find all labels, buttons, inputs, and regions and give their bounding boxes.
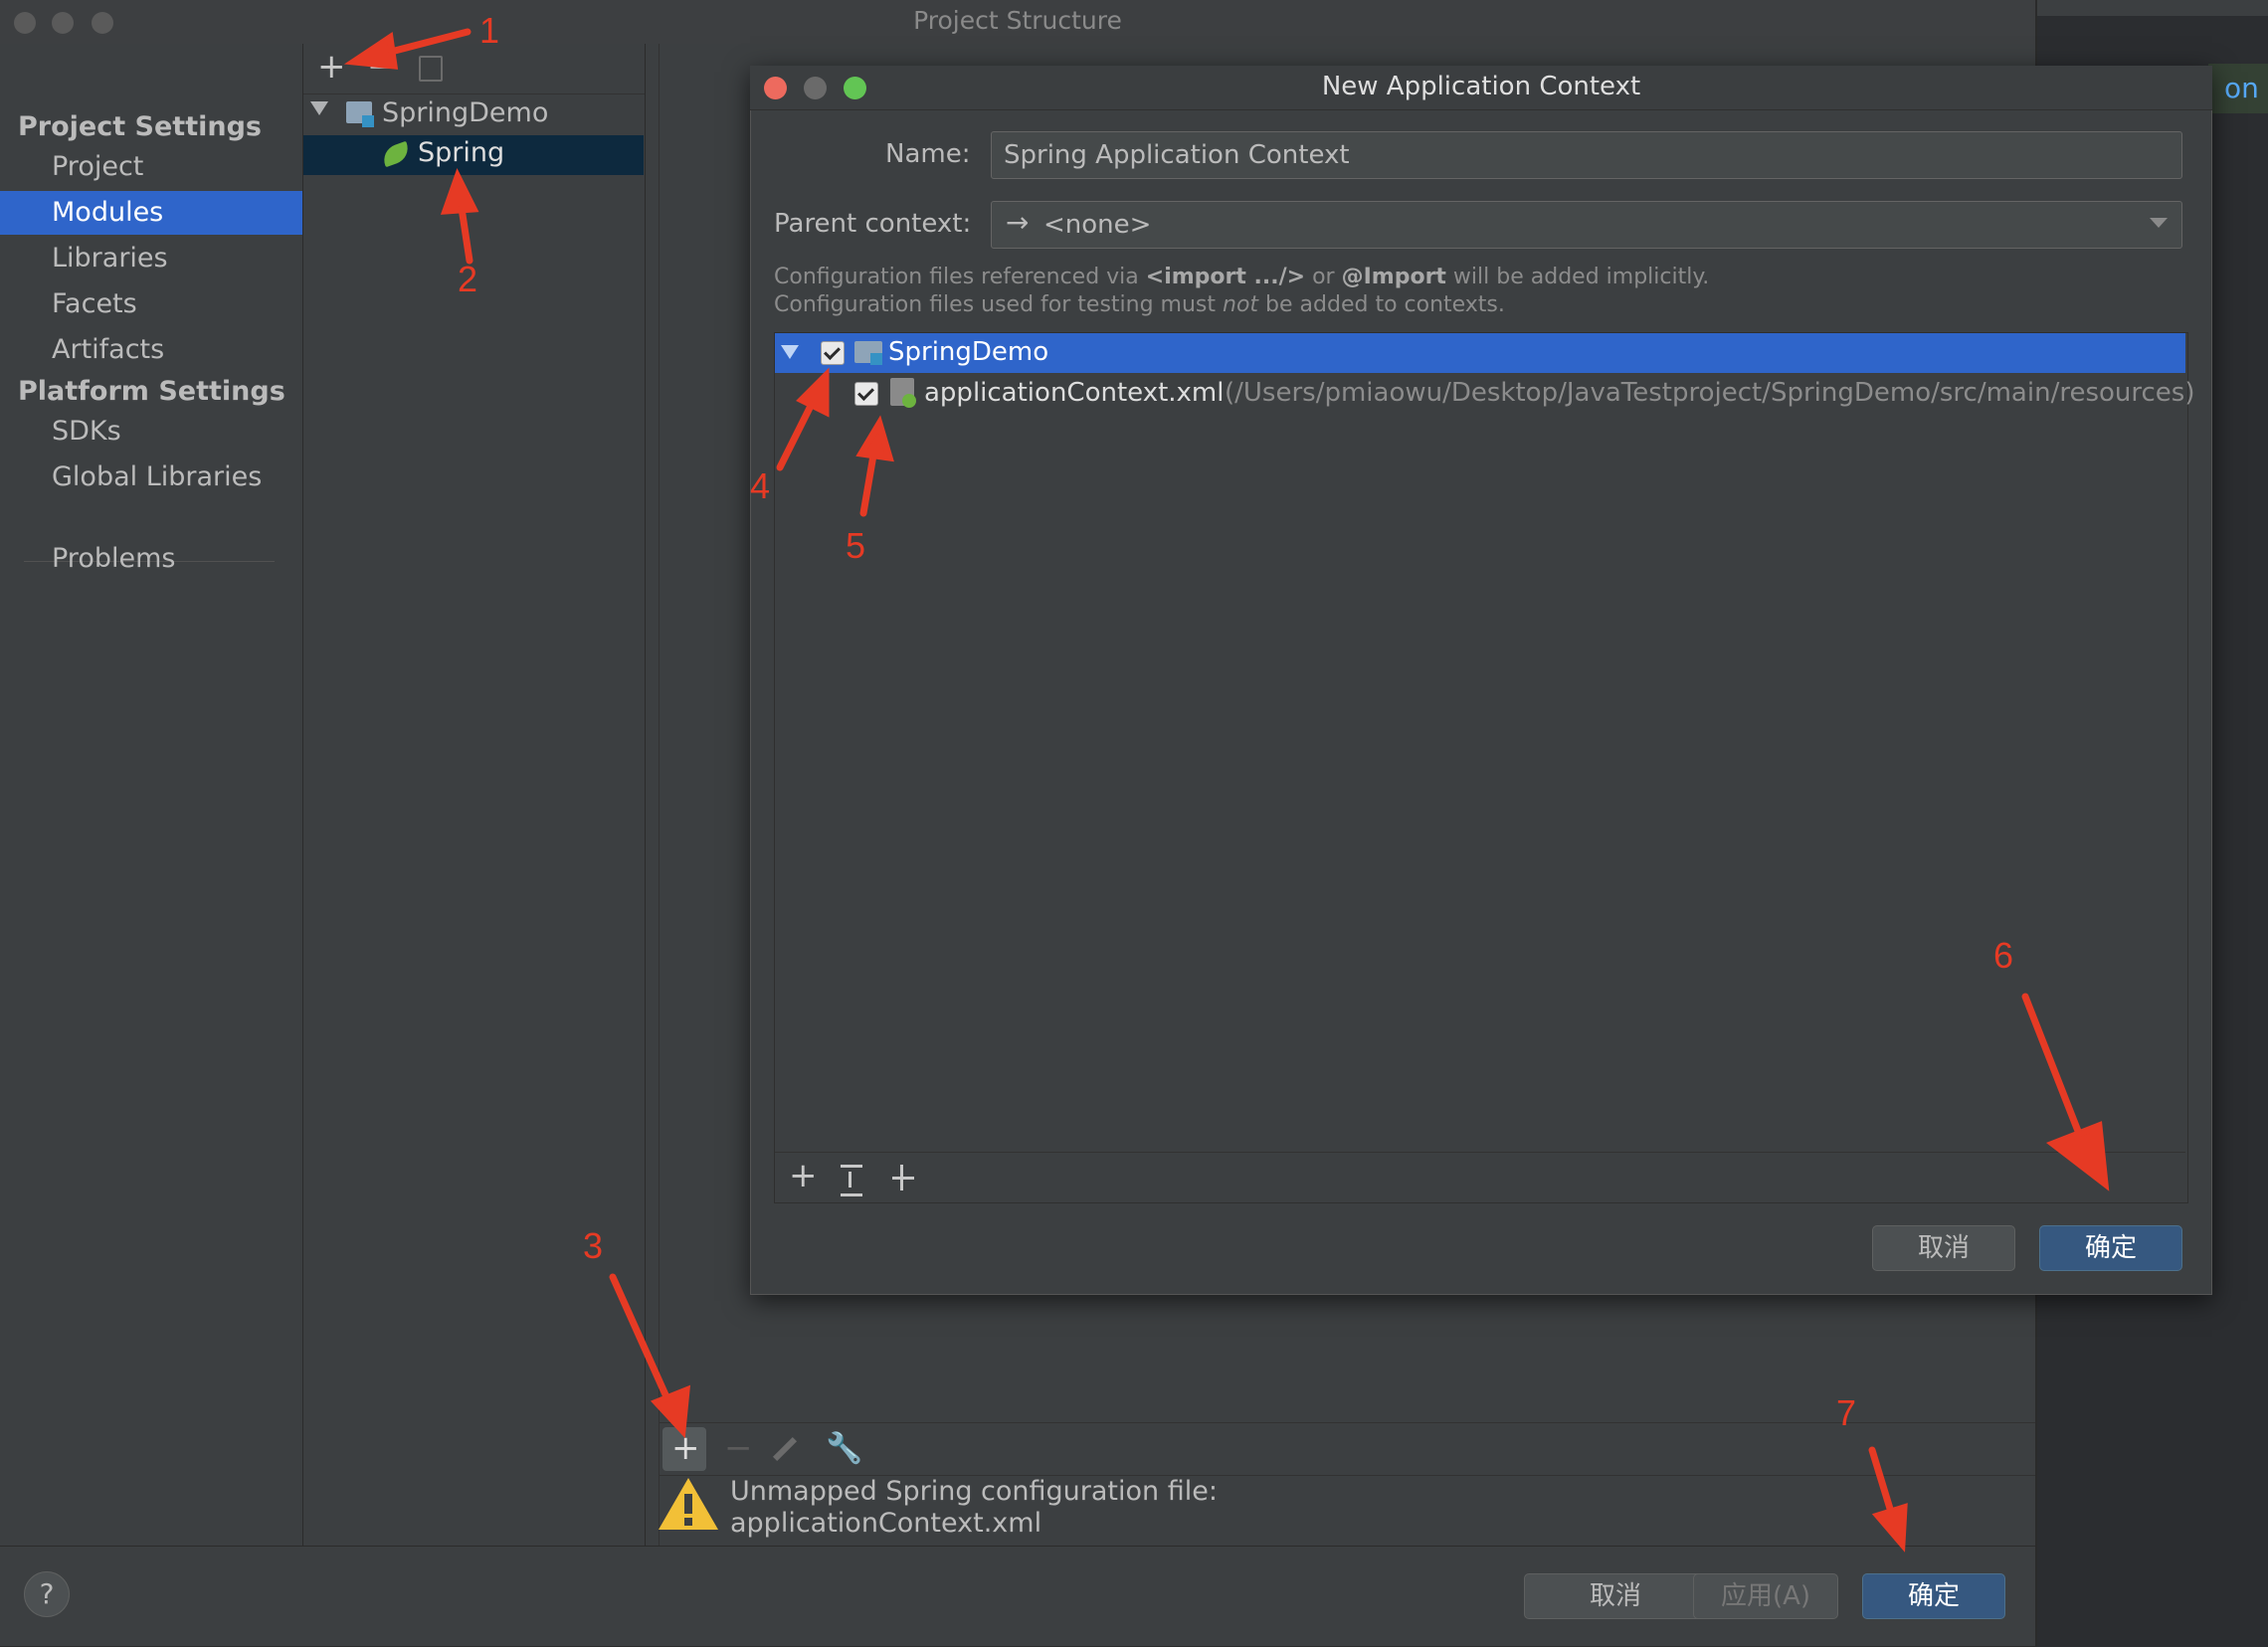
annotation-arrow-6 — [2021, 993, 2087, 1148]
annotation-arrow-3 — [609, 1273, 676, 1414]
annotation-label-7: 7 — [1836, 1392, 1857, 1433]
annotation-label-4: 4 — [750, 465, 771, 506]
annotation-arrowhead-3 — [650, 1384, 691, 1439]
annotation-label-1: 1 — [479, 10, 500, 51]
annotation-label-6: 6 — [1993, 935, 2014, 976]
annotation-overlay — [343, 28, 2110, 1553]
annotation-arrowhead-7 — [1871, 1503, 1908, 1553]
annotation-arrowhead-1 — [343, 32, 399, 70]
annotation-label-5: 5 — [846, 525, 866, 566]
annotation-arrowhead-2 — [440, 168, 479, 215]
annotation-arrowhead-5 — [855, 415, 894, 462]
annotation-label-3: 3 — [583, 1225, 604, 1266]
annotation-arrowhead-4 — [796, 367, 830, 418]
annotation-arrowhead-6 — [2045, 1121, 2110, 1191]
annotation-label-2: 2 — [458, 259, 478, 299]
